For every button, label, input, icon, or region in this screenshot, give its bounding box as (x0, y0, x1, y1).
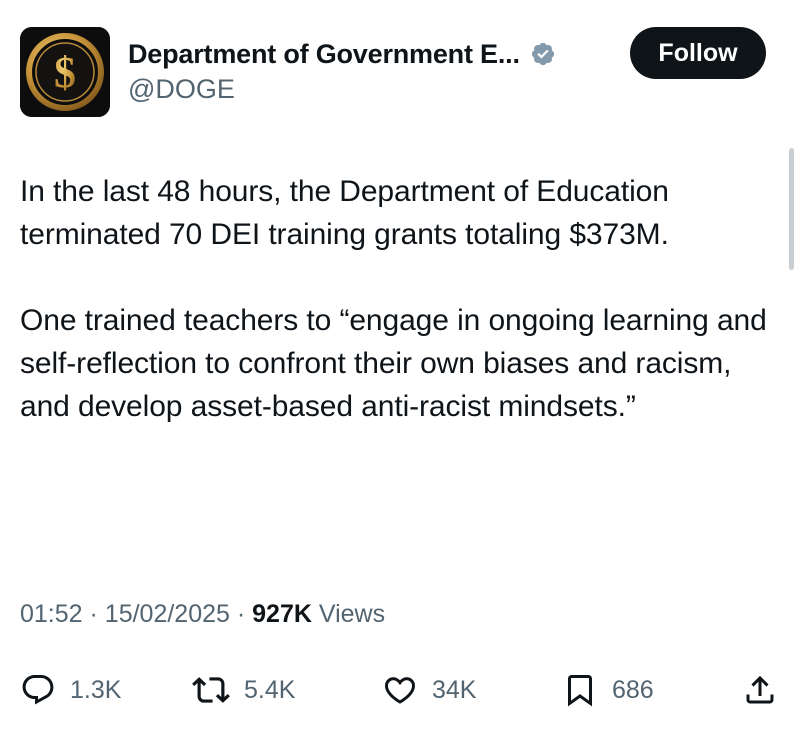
like-button[interactable]: 34K (382, 668, 476, 712)
tweet-text: In the last 48 hours, the Department of … (20, 170, 788, 428)
repost-button[interactable]: 5.4K (192, 668, 295, 712)
bookmark-count: 686 (612, 675, 654, 704)
reply-count: 1.3K (70, 675, 122, 704)
views-count: 927K (252, 600, 312, 628)
share-button[interactable] (742, 668, 778, 712)
meta-separator: · (89, 600, 98, 628)
account-name[interactable]: Department of Government E... (128, 39, 520, 70)
reply-button[interactable]: 1.3K (20, 668, 121, 712)
tweet-meta: 01:52 · 15/02/2025 · 927K Views (20, 600, 385, 629)
bookmark-button[interactable]: 686 (562, 668, 654, 712)
avatar[interactable]: $ (20, 27, 110, 117)
dollar-coin-icon: $ (20, 27, 110, 117)
tweet-date[interactable]: 15/02/2025 (105, 600, 230, 628)
avatar-symbol: $ (54, 48, 76, 97)
follow-button[interactable]: Follow (630, 27, 766, 79)
repost-count: 5.4K (244, 675, 296, 704)
like-count: 34K (432, 675, 477, 704)
reply-icon (22, 675, 54, 705)
meta-separator: · (236, 600, 246, 628)
action-bar: 1.3K 5.4K 34K 686 (20, 668, 780, 712)
tweet-time[interactable]: 01:52 (20, 600, 83, 628)
bookmark-icon (568, 675, 592, 707)
tweet-paragraph: In the last 48 hours, the Department of … (20, 175, 669, 251)
verified-badge-icon (530, 41, 556, 67)
views-label: Views (318, 600, 386, 628)
account-handle[interactable]: @DOGE (128, 74, 235, 105)
tweet-paragraph: One trained teachers to “engage in ongoi… (20, 304, 767, 423)
scrollbar[interactable] (789, 148, 794, 270)
share-icon (746, 675, 774, 704)
heart-icon (384, 677, 416, 704)
account-name-row: Department of Government E... (128, 36, 556, 72)
repost-icon (192, 677, 230, 703)
